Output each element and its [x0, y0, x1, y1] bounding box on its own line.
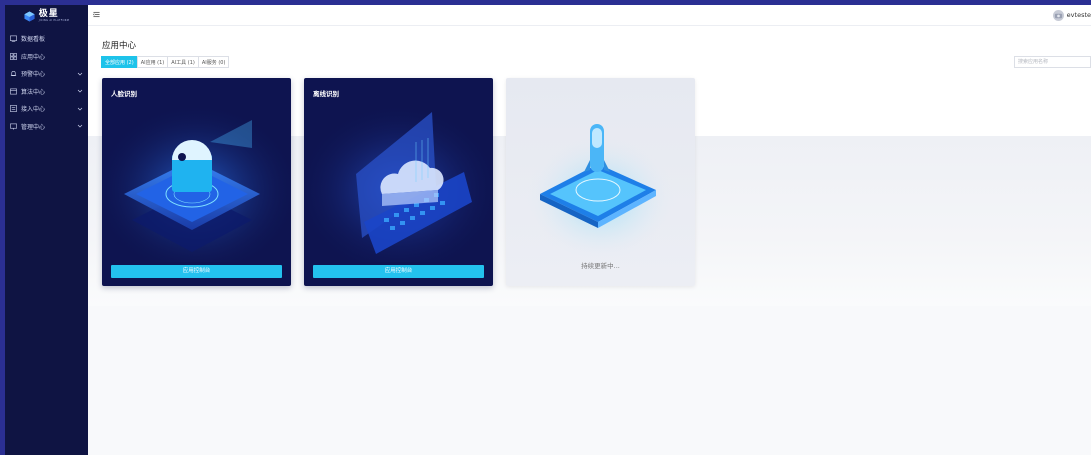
menu-toggle-icon[interactable] — [93, 11, 100, 18]
sidebar-item-label: 数据看板 — [21, 36, 46, 44]
face-recognition-illustration — [102, 102, 291, 262]
coming-soon-text: 持续更新中... — [581, 262, 620, 270]
category-tabs: 全部应用 (2) AI应用 (1) AI工具 (1) AI服务 (0) — [101, 56, 230, 68]
offline-recognition-illustration — [304, 102, 493, 262]
sidebar-item-dashboard[interactable]: 数据看板 — [5, 30, 88, 48]
search-input[interactable] — [1014, 56, 1091, 68]
chevron-down-icon — [77, 107, 83, 111]
sidebar-item-algorithm-center[interactable]: 算法中心 — [5, 83, 88, 101]
sidebar: 极星 JIXING AI PLATFORM 数据看板 应用中心 预警中心 算法中… — [5, 5, 88, 455]
card-title: 人脸识别 — [111, 90, 137, 98]
tab-ai-apps[interactable]: AI应用 (1) — [136, 56, 169, 68]
page-title: 应用中心 — [102, 41, 137, 51]
content-bottom — [88, 306, 1091, 455]
brand-title: 极星 — [38, 8, 59, 19]
tab-all-apps[interactable]: 全部应用 (2) — [101, 56, 138, 68]
sidebar-item-label: 预警中心 — [21, 71, 46, 79]
chevron-down-icon — [77, 125, 83, 128]
sidebar-item-access-center[interactable]: 接入中心 — [5, 100, 88, 118]
sidebar-item-alert-center[interactable]: 预警中心 — [5, 65, 88, 83]
app-console-button[interactable]: 应用控制台 — [313, 265, 484, 278]
sidebar-menu: 数据看板 应用中心 预警中心 算法中心 接入中心 管理中心 — [5, 30, 88, 135]
chevron-down-icon — [77, 72, 83, 76]
tab-ai-services[interactable]: AI服务 (0) — [197, 56, 230, 68]
sidebar-item-label: 接入中心 — [21, 106, 46, 114]
app-card-offline-recognition[interactable]: 离线识别 应用控制台 — [304, 78, 493, 286]
chevron-down-icon — [77, 90, 83, 93]
sidebar-item-label: 算法中心 — [21, 88, 46, 96]
brand-subtitle: JIXING AI PLATFORM — [38, 18, 70, 22]
card-title: 离线识别 — [313, 90, 339, 98]
access-icon — [10, 105, 17, 113]
sidebar-item-label: 管理中心 — [21, 123, 46, 131]
brand-logo[interactable]: 极星 JIXING AI PLATFORM — [5, 5, 88, 27]
topbar: evteste — [88, 5, 1091, 26]
app-window: 极星 JIXING AI PLATFORM 数据看板 应用中心 预警中心 算法中… — [5, 5, 1091, 455]
sidebar-item-manage-center[interactable]: 管理中心 — [5, 118, 88, 136]
app-card-face-recognition[interactable]: 人脸识别 应用控制台 — [102, 78, 291, 286]
rocket-illustration — [506, 102, 695, 262]
sidebar-item-app-center[interactable]: 应用中心 — [5, 48, 88, 66]
app-console-button[interactable]: 应用控制台 — [111, 265, 282, 278]
app-cards: 人脸识别 应用控制台 离线识别 应用控制台 持续更新中... — [102, 78, 695, 286]
username: evteste — [1066, 11, 1091, 19]
app-grid-icon — [10, 52, 17, 60]
sidebar-item-label: 应用中心 — [21, 53, 46, 61]
app-card-coming-soon: 持续更新中... — [506, 78, 695, 286]
user-menu[interactable]: evteste — [1052, 8, 1091, 22]
dashboard-icon — [10, 35, 17, 43]
algorithm-icon — [10, 88, 17, 95]
avatar[interactable] — [1052, 9, 1064, 21]
manage-icon — [10, 123, 17, 130]
main-content: 应用中心 全部应用 (2) AI应用 (1) AI工具 (1) AI服务 (0)… — [88, 26, 1091, 455]
tab-ai-tools[interactable]: AI工具 (1) — [167, 56, 199, 68]
user-avatar-icon — [1054, 13, 1062, 18]
logo-cube-icon — [24, 10, 35, 22]
alert-icon — [10, 71, 17, 77]
